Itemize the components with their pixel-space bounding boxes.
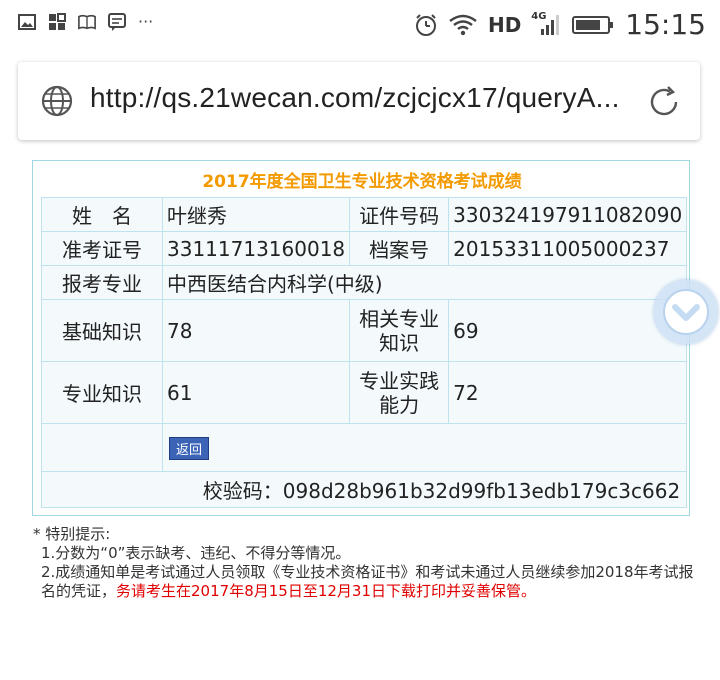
image-icon	[18, 13, 36, 30]
battery-icon	[572, 15, 614, 34]
table-row: 基础知识 78 相关专业 知识 69	[41, 299, 688, 362]
related-label: 相关专业 知识	[349, 299, 450, 362]
table-row: 准考证号 33111713160018 档案号 2015331100500023…	[41, 231, 688, 266]
related-label-line1: 相关专业	[359, 306, 440, 331]
more-icon: ···	[138, 12, 154, 31]
professional-label: 专业知识	[41, 361, 163, 424]
notes-item-2-warning: 务请考生在2017年8月15日至12月31日下载打印并妥善保管。	[116, 582, 536, 600]
book-icon	[78, 14, 96, 30]
ticket-label: 准考证号	[41, 231, 163, 266]
chevron-down-icon	[663, 289, 709, 335]
verify-label: 校验码：	[202, 479, 283, 503]
table-row: 专业知识 61 专业实践 能力 72	[41, 361, 688, 424]
alarm-icon	[415, 13, 436, 36]
table-row: 返回	[41, 423, 688, 472]
verify-code: 098d28b961b32d99fb13edb179c3c662	[282, 479, 681, 503]
id-label: 证件号码	[349, 197, 450, 232]
signal-icon	[541, 14, 560, 35]
address-bar[interactable]: http://qs.21wecan.com/zcjcjcx17/queryA..…	[18, 62, 700, 140]
floating-down-button[interactable]	[654, 280, 718, 344]
notes-item-2: 2.成绩通知单是考试通过人员领取《专业技术资格证书》和考试未通过人员继续参加20…	[33, 563, 703, 601]
verify-row: 校验码：098d28b961b32d99fb13edb179c3c662	[40, 471, 688, 508]
practice-label: 专业实践 能力	[349, 361, 450, 424]
table-row: 报考专业 中西医结合内科学(中级)	[41, 265, 688, 300]
url-text[interactable]: http://qs.21wecan.com/zcjcjcx17/queryA..…	[90, 82, 620, 114]
file-label: 档案号	[349, 231, 450, 266]
status-left-icons: ···	[18, 12, 153, 31]
score-table: 姓 名 叶继秀 证件号码 330324197911082090 准考证号 331…	[40, 197, 688, 508]
notes-item-1: 1.分数为“0”表示缺考、违纪、不得分等情况。	[41, 544, 351, 562]
button-cell: 返回	[161, 423, 688, 472]
basic-label: 基础知识	[41, 299, 163, 362]
globe-icon	[41, 85, 73, 117]
related-label-line2: 知识	[379, 330, 420, 355]
practice-label-line2: 能力	[379, 392, 420, 417]
signal-group: 4G	[531, 11, 561, 37]
status-bar: ··· HD 4G 15:15	[0, 0, 720, 50]
empty-cell	[41, 423, 163, 472]
score-title: 2017年度全国卫生专业技术资格考试成绩	[202, 172, 522, 192]
browser-toolbar: http://qs.21wecan.com/zcjcjcx17/queryA..…	[0, 50, 720, 161]
reload-icon[interactable]	[646, 84, 682, 120]
ticket-value: 33111713160018	[161, 231, 351, 266]
name-value: 叶继秀	[161, 197, 351, 232]
id-value: 330324197911082090	[448, 197, 688, 232]
notes-heading: * 特别提示:	[33, 525, 111, 543]
related-score: 69	[448, 299, 688, 362]
back-button[interactable]: 返回	[169, 437, 210, 460]
practice-label-line1: 专业实践	[359, 368, 440, 393]
special-notes: * 特别提示: 1.分数为“0”表示缺考、违纪、不得分等情况。 2.成绩通知单是…	[33, 525, 703, 601]
clock-time: 15:15	[625, 8, 706, 41]
apps-icon	[49, 12, 66, 30]
major-value: 中西医结合内科学(中级)	[161, 265, 688, 300]
table-row: 姓 名 叶继秀 证件号码 330324197911082090	[41, 197, 688, 232]
wifi-icon	[449, 14, 477, 35]
page-content: 2017年度全国卫生专业技术资格考试成绩 姓 名 叶继秀 证件号码 330324…	[0, 160, 720, 680]
table-row: 校验码：098d28b961b32d99fb13edb179c3c662	[40, 471, 688, 508]
status-right-icons: HD 4G 15:15	[414, 8, 706, 41]
basic-score: 78	[161, 299, 351, 362]
network-label: HD	[487, 12, 522, 37]
message-icon	[108, 12, 126, 31]
file-value: 20153311005000237	[448, 231, 688, 266]
name-label: 姓 名	[41, 197, 163, 232]
professional-score: 61	[161, 361, 351, 424]
major-label: 报考专业	[41, 265, 163, 300]
practice-score: 72	[448, 361, 688, 424]
score-panel: 2017年度全国卫生专业技术资格考试成绩 姓 名 叶继秀 证件号码 330324…	[32, 160, 690, 516]
